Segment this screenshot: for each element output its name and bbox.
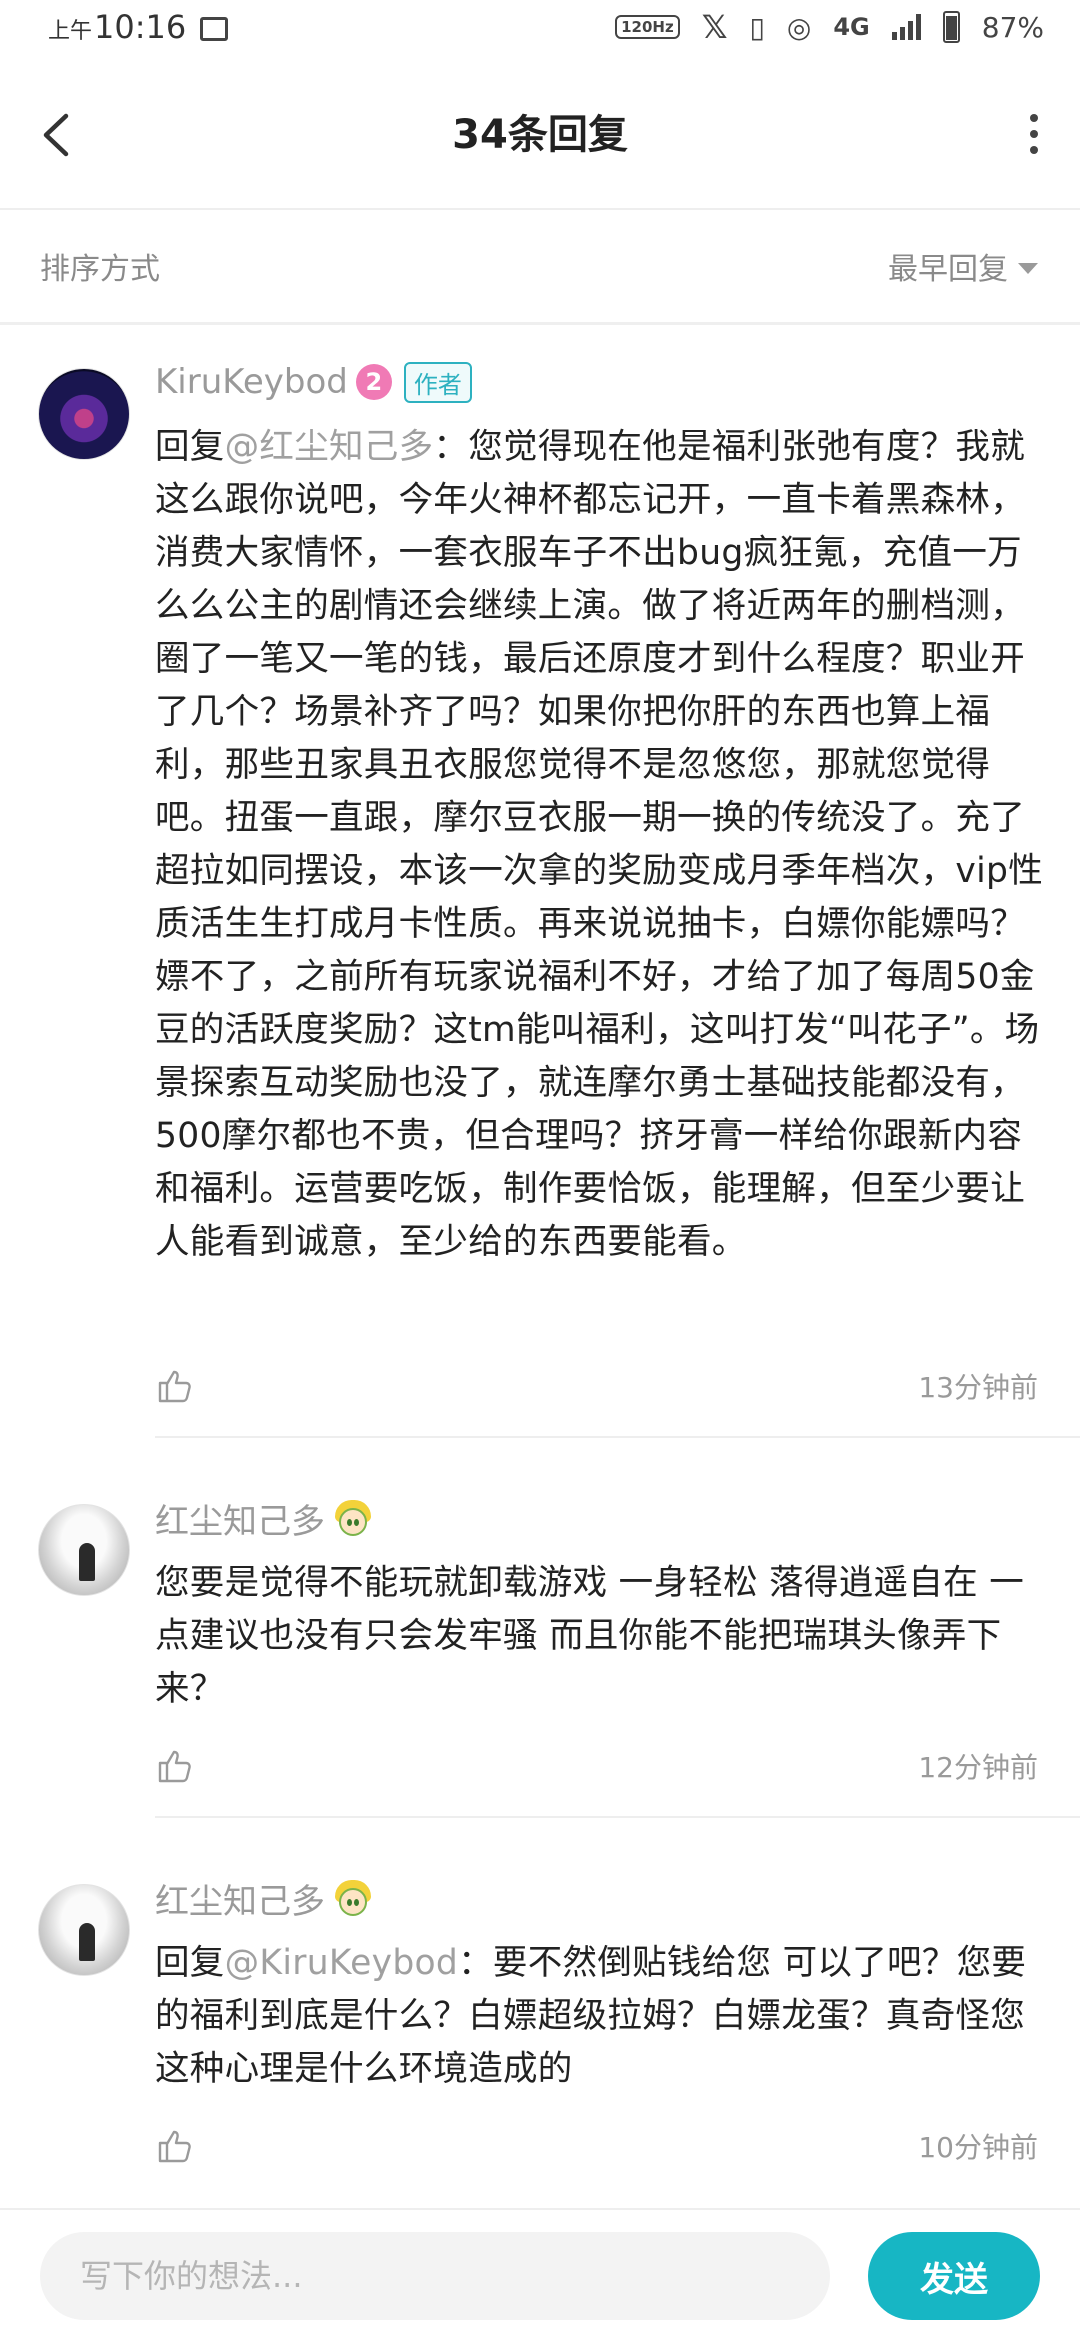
- divider: [155, 1436, 1080, 1438]
- status-right: 120Hz 𝕏 ▯ ◎ 4G 87%: [615, 8, 1044, 46]
- sort-value: 最早回复: [888, 252, 1008, 287]
- caret-down-icon: [1018, 262, 1038, 274]
- thumbs-up-icon[interactable]: [157, 2128, 193, 2164]
- timestamp: 13分钟前: [918, 1371, 1038, 1404]
- signal-icon: [891, 14, 921, 40]
- character-emoji-icon: [333, 1878, 373, 1918]
- username[interactable]: 红尘知己多: [155, 1494, 325, 1543]
- comment-header: KiruKeybod 2 作者: [155, 358, 472, 406]
- author-tag: 作者: [403, 361, 472, 403]
- image-icon: [200, 17, 229, 41]
- hotspot-icon: ◎: [786, 10, 812, 44]
- comment-composer: 发送: [0, 2208, 1080, 2342]
- x-logo-icon: 𝕏: [701, 8, 728, 46]
- timestamp: 10分钟前: [918, 2131, 1038, 2164]
- comment-header: 红尘知己多: [155, 1874, 373, 1922]
- reply-prefix: 回复: [155, 427, 225, 467]
- network-type: 4G: [833, 13, 870, 41]
- top-bar: 34条回复: [0, 62, 1080, 210]
- comment-body: ：您觉得现在他是福利张弛有度？我就这么跟你说吧，今年火神杯都忘记开，一直卡着黑森…: [155, 427, 1043, 1262]
- status-ampm: 上午: [48, 19, 93, 44]
- battery-icon: [942, 11, 960, 43]
- status-bar: 上午 10:16 120Hz 𝕏 ▯ ◎ 4G 87%: [0, 0, 1080, 62]
- comment-text: 回复@KiruKeybod：要不然倒贴钱给您 可以了吧？您要的福利到底是什么？白…: [155, 1937, 1045, 2096]
- character-emoji-icon: [333, 1498, 373, 1538]
- level-badge: 2: [355, 364, 392, 400]
- vibrate-icon: ▯: [749, 10, 765, 44]
- comment-body: 您要是觉得不能玩就卸载游戏 一身轻松 落得逍遥自在 一点建议也没有只会发牢骚 而…: [155, 1563, 1024, 1709]
- avatar[interactable]: [38, 1504, 130, 1596]
- reply-prefix: 回复: [155, 1943, 225, 1983]
- sort-bar: 排序方式 最早回复: [0, 210, 1080, 325]
- thumbs-up-icon[interactable]: [157, 1748, 193, 1784]
- divider: [155, 1816, 1080, 1818]
- sort-label: 排序方式: [40, 252, 160, 287]
- battery-percent: 87%: [981, 10, 1044, 44]
- avatar[interactable]: [38, 368, 130, 460]
- more-options-icon[interactable]: [1028, 114, 1040, 154]
- status-left: 上午 10:16: [48, 8, 229, 46]
- mention-link[interactable]: @KiruKeybod: [225, 1943, 459, 1983]
- comment-text: 回复@红尘知己多：您觉得现在他是福利张弛有度？我就这么跟你说吧，今年火神杯都忘记…: [155, 421, 1045, 1269]
- page-title: 34条回复: [452, 112, 628, 158]
- send-button[interactable]: 发送: [868, 2232, 1040, 2320]
- username[interactable]: KiruKeybod: [155, 362, 348, 402]
- refresh-rate-icon: 120Hz: [615, 15, 680, 39]
- mention-link[interactable]: @红尘知己多: [225, 427, 434, 467]
- avatar[interactable]: [38, 1884, 130, 1976]
- username[interactable]: 红尘知己多: [155, 1874, 325, 1923]
- thumbs-up-icon[interactable]: [157, 1368, 193, 1404]
- timestamp: 12分钟前: [918, 1751, 1038, 1784]
- comment-input[interactable]: [40, 2232, 830, 2320]
- comment-header: 红尘知己多: [155, 1494, 373, 1542]
- status-time: 10:16: [94, 8, 187, 46]
- comment-text: 您要是觉得不能玩就卸载游戏 一身轻松 落得逍遥自在 一点建议也没有只会发牢骚 而…: [155, 1557, 1045, 1716]
- sort-dropdown[interactable]: 最早回复: [888, 244, 1038, 288]
